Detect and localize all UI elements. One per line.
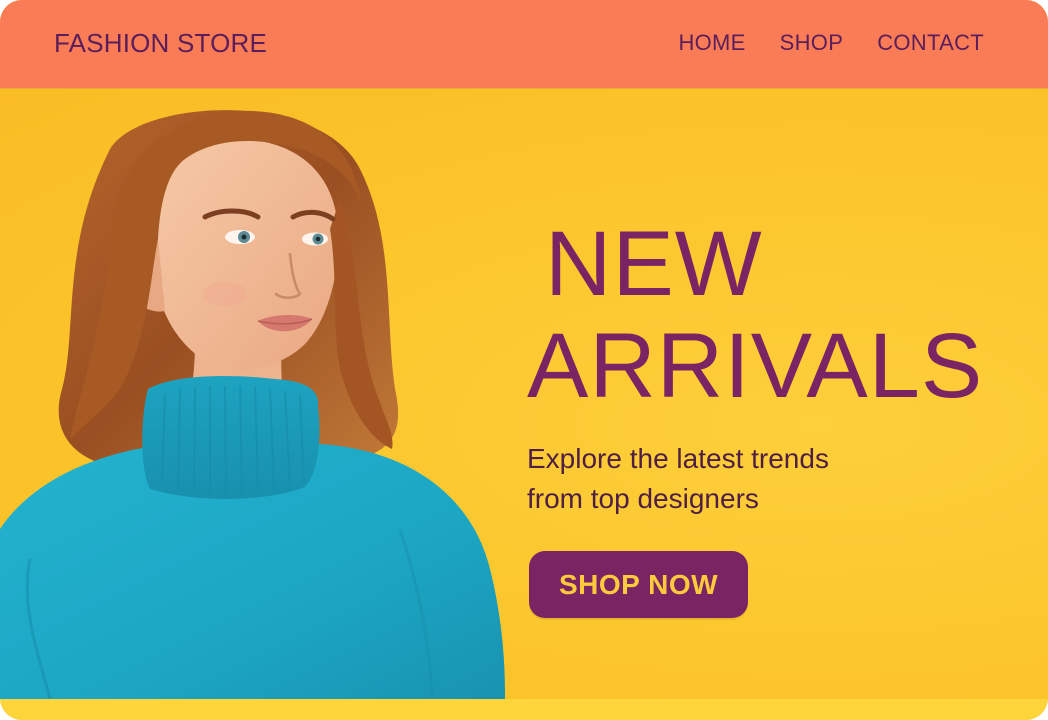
headline-line-2: ARRIVALS bbox=[527, 315, 984, 417]
shop-now-button[interactable]: SHOP NOW bbox=[529, 551, 748, 618]
nav-home-link[interactable]: HOME bbox=[678, 30, 745, 56]
page-frame: FASHION STORE HOME SHOP CONTACT NEW ARRI… bbox=[0, 0, 1048, 720]
nav-shop-link[interactable]: SHOP bbox=[780, 30, 844, 56]
hero-headline: NEW ARRIVALS bbox=[527, 213, 1017, 417]
main-nav: HOME SHOP CONTACT bbox=[678, 30, 984, 56]
face bbox=[153, 139, 339, 371]
hero-banner: NEW ARRIVALS Explore the latest trends f… bbox=[0, 89, 1048, 699]
bottom-strip bbox=[0, 699, 1048, 720]
hero-copy: NEW ARRIVALS Explore the latest trends f… bbox=[527, 213, 1017, 519]
nav-contact-link[interactable]: CONTACT bbox=[877, 30, 984, 56]
turtleneck-collar bbox=[142, 376, 320, 499]
brand-logo[interactable]: FASHION STORE bbox=[54, 28, 267, 58]
hero-subtitle: Explore the latest trends from top desig… bbox=[527, 443, 829, 514]
hero-model-photo bbox=[0, 110, 505, 699]
headline-line-1: NEW bbox=[545, 213, 763, 315]
top-navbar: FASHION STORE HOME SHOP CONTACT bbox=[0, 0, 1048, 89]
